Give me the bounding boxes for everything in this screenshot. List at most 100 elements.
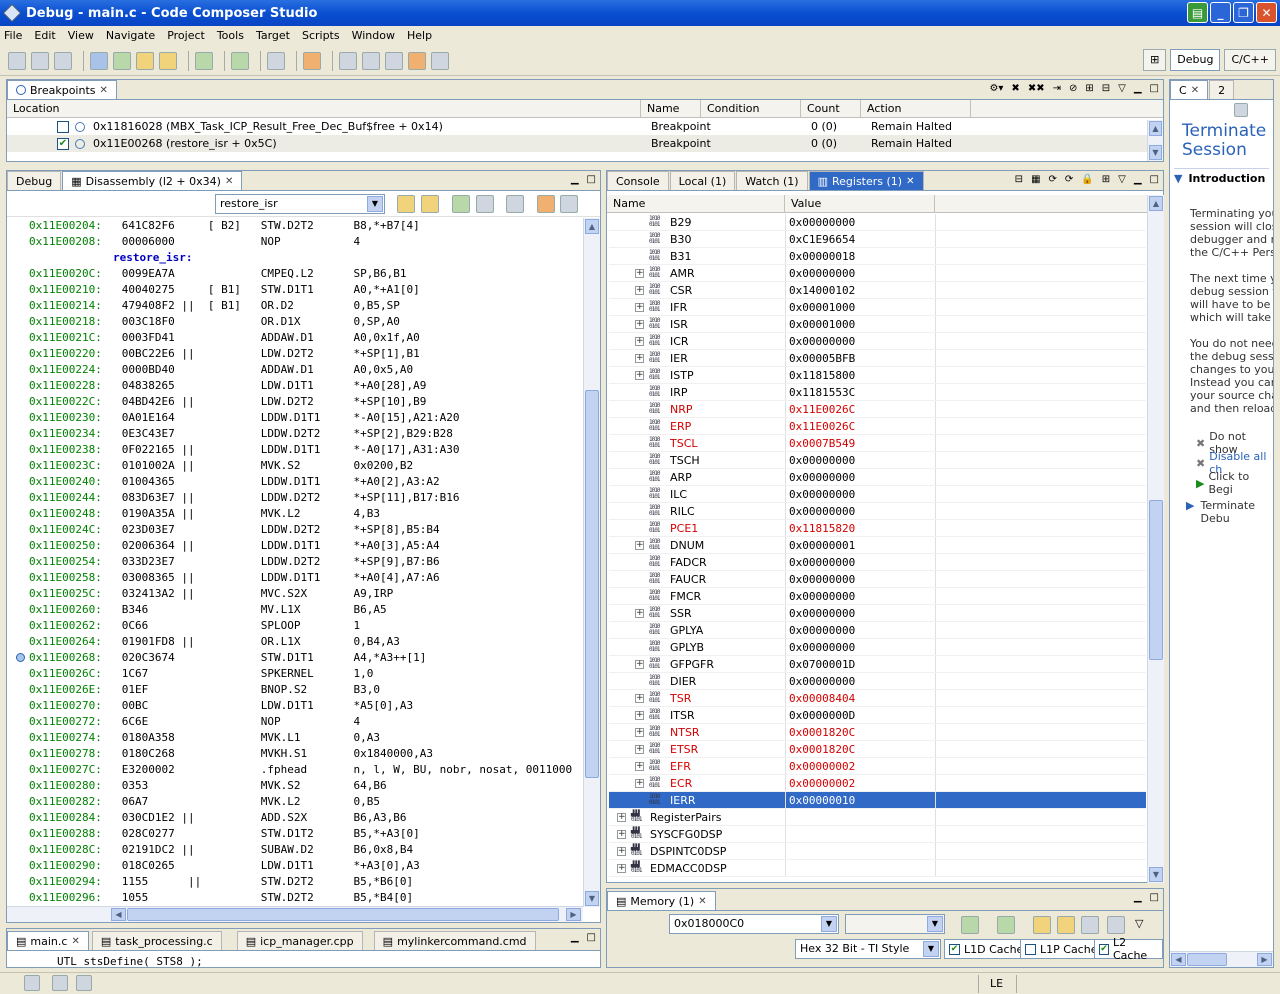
editor-text[interactable]: UTL_stsDefine( STS8 ); bbox=[7, 951, 600, 967]
menu-view[interactable]: View bbox=[68, 29, 94, 42]
register-row[interactable]: 1010 0101 ERP 0x11E0026C bbox=[609, 418, 1146, 435]
expand-icon[interactable]: + bbox=[635, 303, 644, 312]
import-icon[interactable] bbox=[997, 916, 1015, 934]
expand-icon[interactable]: + bbox=[617, 813, 626, 822]
tab-memory[interactable]: ▤ Memory (1) ✕ bbox=[607, 891, 716, 910]
l1p-cache-toggle[interactable]: L1P Cache bbox=[1020, 939, 1103, 959]
register-row[interactable]: 1010 0101 ILC 0x00000000 bbox=[609, 486, 1146, 503]
refresh-all-icon[interactable] bbox=[1057, 916, 1075, 934]
expand-icon[interactable]: + bbox=[635, 371, 644, 380]
skip-all-icon[interactable]: ⊘ bbox=[1069, 83, 1077, 94]
tab-debug[interactable]: Debug bbox=[7, 171, 62, 190]
minimize-icon[interactable]: ▁ bbox=[1134, 174, 1142, 185]
register-group-row[interactable]: + ▟▟▟ 0101 DSPINTC0DSP bbox=[609, 843, 1146, 860]
disassembly-line[interactable]: 0x11E00240: 01004365 LDDW.D1T1 *+A0[2],A… bbox=[7, 474, 583, 490]
reload-icon[interactable] bbox=[159, 51, 177, 70]
minimize-button[interactable]: _ bbox=[1210, 2, 1231, 23]
close-icon[interactable]: ✕ bbox=[225, 176, 233, 187]
disassembly-line[interactable]: 0x11E0025C: 032413A2 || MVC.S2X A9,IRP bbox=[7, 586, 583, 602]
forward-icon[interactable] bbox=[431, 51, 449, 70]
goto-icon[interactable]: ⇥ bbox=[1053, 83, 1061, 94]
minimize-icon[interactable]: ▁ bbox=[1134, 83, 1142, 94]
disassembly-line[interactable]: 0x11E00282: 06A7 MVK.L2 0,B5 bbox=[7, 794, 583, 810]
menu-file[interactable]: File bbox=[4, 29, 22, 42]
location-combo[interactable]: restore_isr ▼ bbox=[215, 194, 385, 214]
disassembly-line[interactable]: 0x11E0026C: 1C67 SPKERNEL 1,0 bbox=[7, 666, 583, 682]
minimize-icon[interactable]: ▁ bbox=[571, 174, 579, 185]
run-icon[interactable] bbox=[231, 51, 249, 70]
disassembly-label[interactable]: restore_isr: bbox=[7, 250, 583, 266]
group-icon[interactable]: ⚙▾ bbox=[989, 83, 1003, 94]
disassembly-line[interactable]: 0x11E00228: 04838265 LDW.D1T1 *+A0[28],A… bbox=[7, 378, 583, 394]
disassembly-line[interactable]: 0x11E0023C: 0101002A || MVK.S2 0x0200,B2 bbox=[7, 458, 583, 474]
register-row[interactable]: 1010 0101 B30 0xC1E96654 bbox=[609, 231, 1146, 248]
menu-target[interactable]: Target bbox=[256, 29, 290, 42]
target-icon[interactable] bbox=[52, 975, 68, 991]
maximize-icon[interactable]: □ bbox=[587, 932, 596, 943]
disassembly-line[interactable]: 0x11E00244: 083D63E7 || LDDW.D2T2 *+SP[1… bbox=[7, 490, 583, 506]
connect-icon[interactable] bbox=[113, 51, 131, 70]
cpp-perspective-button[interactable]: C/C++ bbox=[1224, 49, 1276, 71]
refresh-all-icon[interactable]: ⟳ bbox=[1065, 174, 1073, 185]
menu-project[interactable]: Project bbox=[167, 29, 205, 42]
memory-format-combo[interactable]: Hex 32 Bit - TI Style ▼ bbox=[795, 939, 941, 959]
expand-icon[interactable]: + bbox=[635, 694, 644, 703]
new-view-icon[interactable] bbox=[1107, 916, 1125, 934]
memory-address-combo[interactable]: 0x018000C0 ▼ bbox=[669, 914, 839, 934]
register-row[interactable]: 1010 0101 ARP 0x00000000 bbox=[609, 469, 1146, 486]
expand-icon[interactable]: + bbox=[635, 745, 644, 754]
next-annotation-icon[interactable] bbox=[339, 51, 357, 70]
remove-all-icon[interactable]: ✖✖ bbox=[1028, 83, 1045, 94]
disassembly-line[interactable]: 0x11E00288: 028C0277 STW.D1T2 B5,*+A3[0] bbox=[7, 826, 583, 842]
collapse-all-icon[interactable]: ⊟ bbox=[1015, 174, 1023, 185]
lock-icon[interactable]: 🔒 bbox=[1081, 174, 1093, 185]
disassembly-line[interactable]: 0x11E00296: 1055 STW.D2T2 B5,*B4[0] bbox=[7, 890, 583, 906]
disassembly-line[interactable]: 0x11E0026E: 01EF BNOP.S2 B3,0 bbox=[7, 682, 583, 698]
register-row[interactable]: +1010 0101 ITSR 0x0000000D bbox=[609, 707, 1146, 724]
menu-help[interactable]: Help bbox=[407, 29, 432, 42]
search-icon[interactable] bbox=[267, 51, 285, 70]
step-into-icon[interactable] bbox=[452, 195, 470, 213]
refresh-icon[interactable] bbox=[1033, 916, 1051, 934]
disassembly-line[interactable]: 0x11E00238: 0F022165 || LDDW.D1T1 *-A0[1… bbox=[7, 442, 583, 458]
register-row[interactable]: +1010 0101 NTSR 0x0001820C bbox=[609, 724, 1146, 741]
disassembly-line[interactable]: 0x11E00262: 0C66 SPLOOP 1 bbox=[7, 618, 583, 634]
disassembly-line[interactable]: 0x11E00260: B346 MV.L1X B6,A5 bbox=[7, 602, 583, 618]
disassembly-line[interactable]: 0x11E00272: 6C6E NOP 4 bbox=[7, 714, 583, 730]
register-row[interactable]: +1010 0101 TSR 0x00008404 bbox=[609, 690, 1146, 707]
registers-vscroll[interactable]: ▲ ▼ bbox=[1147, 195, 1164, 883]
menu-edit[interactable]: Edit bbox=[34, 29, 55, 42]
register-group-row[interactable]: + ▟▟▟ 0101 RegisterPairs bbox=[609, 809, 1146, 826]
disassembly-line[interactable]: 0x11E00220: 00BC22E6 || LDW.D2T2 *+SP[1]… bbox=[7, 346, 583, 362]
register-group-row[interactable]: + ▟▟▟ 0101 EDMACC0DSP bbox=[609, 860, 1146, 877]
menu-navigate[interactable]: Navigate bbox=[106, 29, 155, 42]
disassembly-line[interactable]: 0x11E0024C: 023D03E7 LDDW.D2T2 *+SP[8],B… bbox=[7, 522, 583, 538]
register-row[interactable]: 1010 0101 DIER 0x00000000 bbox=[609, 673, 1146, 690]
expand-icon[interactable]: + bbox=[635, 320, 644, 329]
disassembly-line[interactable]: 0x11E00210: 40040275 [ B1] STW.D1T1 A0,*… bbox=[7, 282, 583, 298]
disassembly-hscroll[interactable]: ◀ ▶ bbox=[7, 906, 583, 922]
prev-annotation-icon[interactable] bbox=[362, 51, 380, 70]
tab-breakpoints[interactable]: Breakpoints ✕ bbox=[7, 80, 117, 99]
close-icon[interactable]: ✕ bbox=[1191, 85, 1199, 96]
registers-tree[interactable]: 1010 0101 B29 0x00000000 1010 0101 B30 0xC1E966… bbox=[609, 214, 1146, 882]
expand-icon[interactable]: + bbox=[617, 864, 626, 873]
maximize-icon[interactable]: □ bbox=[1150, 83, 1159, 94]
register-row[interactable]: +1010 0101 IER 0x00005BFB bbox=[609, 350, 1146, 367]
breakpoint-checkbox[interactable] bbox=[57, 120, 69, 133]
register-row[interactable]: 1010 0101 IRP 0x1181553C bbox=[609, 384, 1146, 401]
disassembly-vscroll[interactable]: ▲ ▼ bbox=[583, 218, 600, 907]
register-row[interactable]: 1010 0101 TSCL 0x0007B549 bbox=[609, 435, 1146, 452]
save-icon[interactable] bbox=[31, 51, 49, 70]
disassembly-line[interactable]: 0x11E00258: 03008365 || LDDW.D1T1 *+A0[4… bbox=[7, 570, 583, 586]
register-row[interactable]: 1010 0101 PCE1 0x11815820 bbox=[609, 520, 1146, 537]
disassembly-line[interactable]: 0x11E00264: 01901FD8 || OR.L1X 0,B4,A3 bbox=[7, 634, 583, 650]
expand-icon[interactable]: + bbox=[635, 779, 644, 788]
menu-window[interactable]: Window bbox=[352, 29, 395, 42]
expand-icon[interactable]: + bbox=[635, 711, 644, 720]
minimize-icon[interactable]: ▁ bbox=[1134, 892, 1142, 903]
layout-icon[interactable]: ▦ bbox=[1031, 174, 1040, 185]
register-row[interactable]: 1010 0101 NRP 0x11E0026C bbox=[609, 401, 1146, 418]
register-row[interactable]: +1010 0101 ECR 0x00000002 bbox=[609, 775, 1146, 792]
disassembly-line[interactable]: 0x11E00224: 0000BD40 ADDAW.D1 A0,0x5,A0 bbox=[7, 362, 583, 378]
